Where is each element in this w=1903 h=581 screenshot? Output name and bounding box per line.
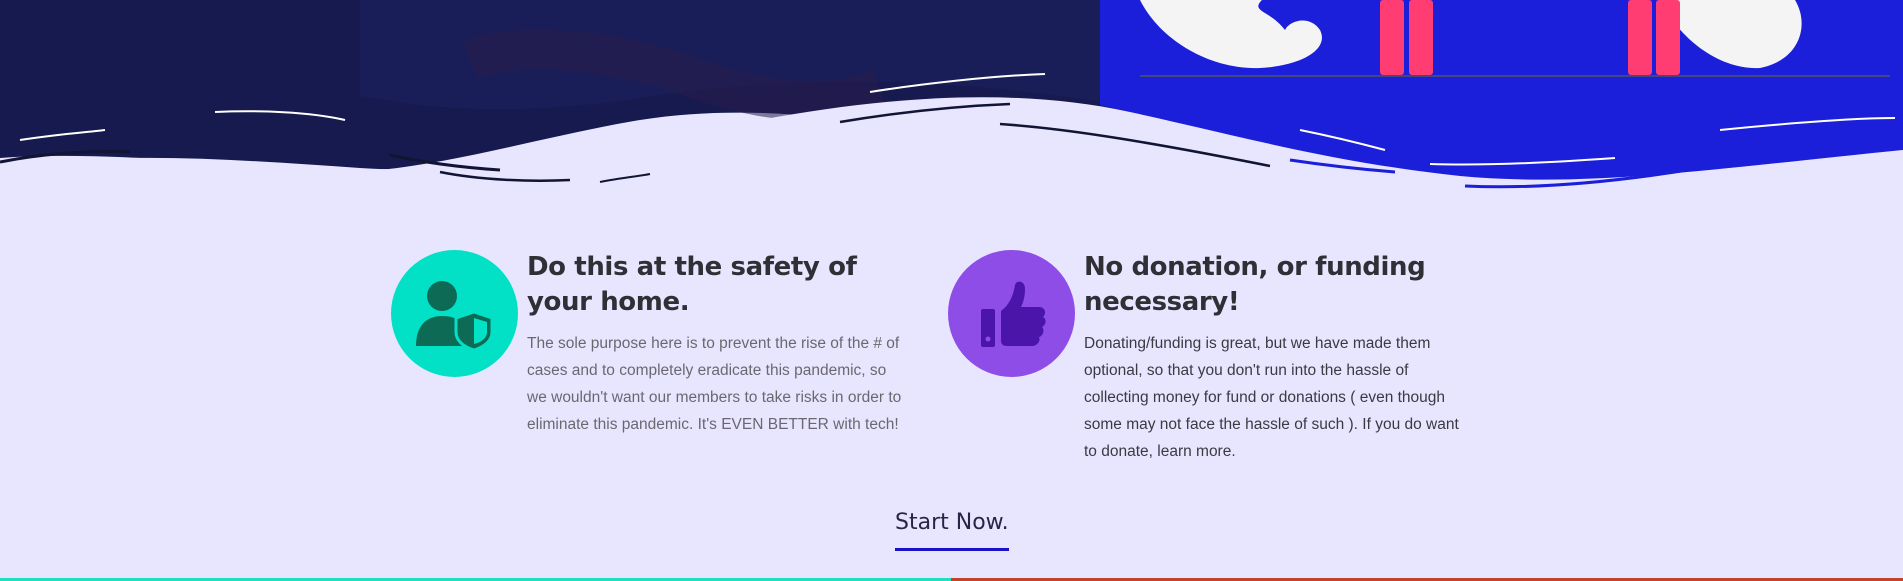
thumbs-up-icon	[980, 281, 1046, 347]
feature-no-donation: No donation, or funding necessary! Donat…	[948, 250, 1468, 460]
feature-title: Do this at the safety of your home.	[527, 252, 857, 317]
feature-title: No donation, or funding necessary!	[1084, 252, 1426, 317]
feature-icon-circle	[948, 250, 1075, 377]
hero-illustration	[0, 0, 1903, 200]
feature-icon-circle	[391, 250, 518, 377]
feature-safety: Do this at the safety of your home. The …	[391, 250, 911, 450]
user-shield-icon	[415, 280, 493, 350]
feature-description: The sole purpose here is to prevent the …	[527, 335, 902, 433]
feature-description: Donating/funding is great, but we have m…	[1084, 335, 1459, 460]
start-now-link[interactable]: Start Now.	[895, 510, 1009, 551]
